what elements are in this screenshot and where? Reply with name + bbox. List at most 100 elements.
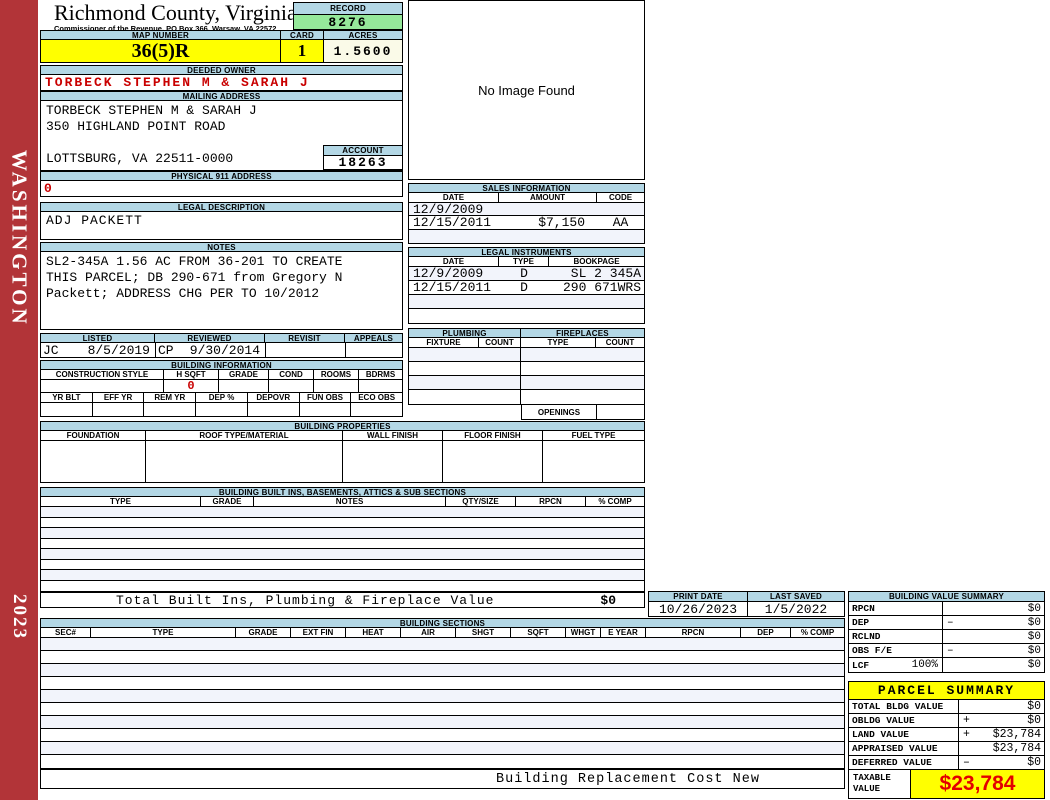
built-ins-row xyxy=(41,507,644,518)
county-title-block: Richmond County, Virginia Commissioner o… xyxy=(40,0,297,34)
building-sections-row xyxy=(41,664,844,677)
col-bi-notes: NOTES xyxy=(254,497,446,506)
sale-code: AA xyxy=(612,216,629,229)
bvs-row: LCF 100% $0 xyxy=(849,658,1044,672)
col-eco-obs: ECO OBS xyxy=(358,393,396,402)
col-sale-date: DATE xyxy=(409,193,499,202)
instrument-row xyxy=(409,295,644,309)
listed-value: JC 8/5/2019 xyxy=(41,342,156,358)
col-eyear: E YEAR xyxy=(601,628,646,637)
built-ins-row xyxy=(41,570,644,581)
review-header-row: LISTED REVIEWED REVISIT APPEALS xyxy=(40,333,403,343)
plumbing-title: PLUMBING xyxy=(408,328,521,338)
built-ins-total-row: Total Built Ins, Plumbing & Fireplace Va… xyxy=(40,592,645,608)
col-cond: COND xyxy=(269,370,314,379)
county-title: Richmond County, Virginia xyxy=(54,0,297,25)
col-rem-yr: REM YR xyxy=(144,393,197,402)
review-value-row: JC 8/5/2019 CP 9/30/2014 xyxy=(40,343,403,358)
building-information-title: BUILDING INFORMATION xyxy=(40,360,403,370)
physical-address-label: PHYSICAL 911 ADDRESS xyxy=(40,171,403,181)
col-bi-comp: % COMP xyxy=(598,497,632,506)
parcel-label: DEFERRED VALUE xyxy=(852,757,932,768)
col-bdrms: BDRMS xyxy=(365,370,396,379)
col-grade: GRADE xyxy=(219,370,269,379)
col-fun-obs: FUN OBS xyxy=(300,393,352,402)
building-sections-table xyxy=(40,638,845,769)
bvs-row: DEP – $0 xyxy=(849,616,1044,630)
instrument-type: D xyxy=(520,267,528,280)
col-dep: DEP xyxy=(741,628,791,637)
bvs-op: – xyxy=(947,644,954,657)
building-sections-columns: SEC# TYPE GRADE EXT FIN HEAT AIR SHGT SQ… xyxy=(40,628,845,638)
plumbing-fireplaces-columns: FIXTURE COUNT TYPE COUNT xyxy=(408,338,645,348)
appeals-label: APPEALS xyxy=(345,333,403,343)
listed-by: JC xyxy=(43,342,59,358)
col-instrument-type: TYPE xyxy=(499,257,549,266)
col-yr-blt: YR BLT xyxy=(41,393,93,402)
sale-date: 12/9/2009 xyxy=(413,203,484,215)
sidebar-year-label: 2023 xyxy=(9,594,30,640)
parcel-value: $23,784 xyxy=(992,728,1041,741)
col-bi-qty: QTY/SIZE xyxy=(446,497,516,506)
reviewed-label: REVIEWED xyxy=(155,333,265,343)
instrument-bookpage: 290 671WRS xyxy=(562,281,641,294)
fireplaces-title: FIREPLACES xyxy=(521,328,645,338)
building-sections-row xyxy=(41,690,844,703)
building-sections-row xyxy=(41,716,844,729)
col-foundation: FOUNDATION xyxy=(41,431,146,440)
taxable-value-label: TAXABLE VALUE xyxy=(849,770,911,798)
sales-information-title: SALES INFORMATION xyxy=(408,183,645,193)
appeals-value xyxy=(346,343,402,357)
map-value-row: 36(5)R 1 1.5600 xyxy=(40,40,403,63)
plumbing-fireplaces-table xyxy=(408,348,645,405)
col-fireplace-type: TYPE xyxy=(521,338,596,347)
parcel-op: + xyxy=(963,714,970,727)
sale-amount: $7,150 xyxy=(538,216,585,229)
mailing-address-box: TORBECK STEPHEN M & SARAH J 350 HIGHLAND… xyxy=(40,101,403,171)
parcel-op: + xyxy=(963,728,970,741)
plumbing-row xyxy=(409,390,644,404)
card-value: 1 xyxy=(281,40,324,63)
account-value: 18263 xyxy=(323,155,402,170)
sidebar-spine: WASHINGTON 2023 xyxy=(0,0,38,800)
col-grade: GRADE xyxy=(236,628,291,637)
building-sections-title: BUILDING SECTIONS xyxy=(40,618,845,628)
col-instrument-date: DATE xyxy=(409,257,499,266)
notes-line: Packett; ADDRESS CHG PER TO 10/2012 xyxy=(46,286,320,301)
card-label: CARD xyxy=(281,30,324,40)
col-fixture: FIXTURE xyxy=(409,338,479,347)
instrument-date: 12/15/2011 xyxy=(413,281,492,294)
notes-line: THIS PARCEL; DB 290-671 from Gregory N xyxy=(46,270,343,285)
col-rpcn: RPCN xyxy=(646,628,741,637)
col-comp: % COMP xyxy=(800,628,835,637)
building-value-summary-title: BUILDING VALUE SUMMARY xyxy=(848,591,1045,602)
parcel-value: $0 xyxy=(1027,714,1041,727)
building-sections-row xyxy=(41,755,844,768)
instrument-row: 12/15/2011 D 290 671WRS xyxy=(409,281,644,295)
parcel-value: $23,784 xyxy=(992,742,1041,755)
bvs-value: $0 xyxy=(1027,644,1041,657)
legal-description-value: ADJ PACKETT xyxy=(40,212,403,240)
print-info-section: PRINT DATE LAST SAVED 10/26/2023 1/5/202… xyxy=(648,591,845,617)
bvs-op: – xyxy=(947,616,954,629)
col-sec: SEC# xyxy=(41,628,91,637)
parcel-summary-title: PARCEL SUMMARY xyxy=(849,682,1044,700)
sales-row: 12/15/2011 $7,150 AA xyxy=(409,216,644,230)
bvs-pct: 100% xyxy=(911,659,938,671)
last-saved-value: 1/5/2022 xyxy=(764,601,828,617)
plumbing-row xyxy=(409,376,644,390)
bvs-row: RCLND $0 xyxy=(849,630,1044,644)
parcel-row: OBLDG VALUE + $0 xyxy=(849,714,1044,728)
openings-row: OPENINGS xyxy=(408,405,645,420)
left-column: Richmond County, Virginia Commissioner o… xyxy=(40,2,403,417)
bvs-label: RCLND xyxy=(852,631,881,642)
col-depovr: DEPOVR xyxy=(248,393,300,402)
col-construction-style: CONSTRUCTION STYLE xyxy=(41,370,164,379)
building-properties-section: BUILDING PROPERTIES FOUNDATION ROOF TYPE… xyxy=(40,421,645,483)
sale-date: 12/15/2011 xyxy=(413,216,492,229)
plumbing-row xyxy=(409,362,644,376)
building-sections-row xyxy=(41,729,844,742)
built-ins-section: BUILDING BUILT INS, BASEMENTS, ATTICS & … xyxy=(40,487,645,608)
col-bi-grade: GRADE xyxy=(201,497,254,506)
instruments-columns: DATE TYPE BOOKPAGE xyxy=(408,257,645,267)
